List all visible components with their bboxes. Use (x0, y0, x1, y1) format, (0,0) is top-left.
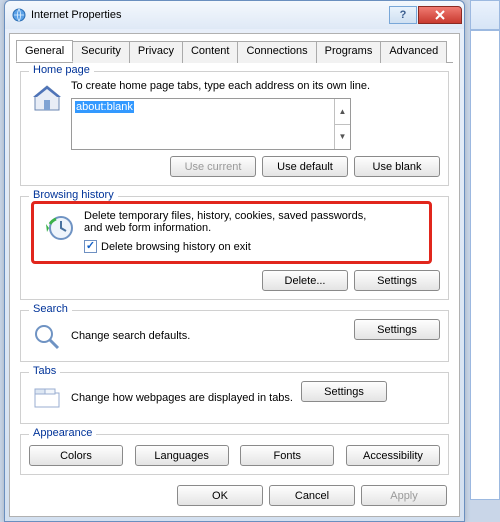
tab-connections[interactable]: Connections (237, 41, 316, 63)
colors-button[interactable]: Colors (29, 445, 123, 466)
window-title: Internet Properties (31, 9, 388, 21)
home-page-group: Home page To create home page tabs, type… (20, 71, 449, 186)
tab-programs[interactable]: Programs (316, 41, 382, 63)
browsing-history-group: Browsing history Delete temporary files,… (20, 196, 449, 300)
tabs-desc: Change how webpages are displayed in tab… (71, 392, 301, 404)
help-button[interactable]: ? (389, 6, 417, 24)
home-icon (31, 82, 63, 114)
delete-on-exit-checkbox[interactable]: ✓ (84, 240, 97, 253)
use-current-button: Use current (170, 156, 256, 177)
scroll-up-icon[interactable]: ▲ (335, 99, 350, 125)
appearance-group: Appearance Colors Languages Fonts Access… (20, 434, 449, 475)
dialog-window: Internet Properties ? General Security P… (4, 0, 465, 522)
delete-button[interactable]: Delete... (262, 270, 348, 291)
search-icon (31, 321, 63, 353)
home-page-value: about:blank (75, 101, 134, 113)
home-page-input[interactable]: about:blank (72, 99, 334, 149)
accessibility-button[interactable]: Accessibility (346, 445, 440, 466)
annotation-highlight: Delete temporary files, history, cookies… (31, 201, 432, 264)
search-desc: Change search defaults. (71, 330, 354, 342)
cancel-button[interactable]: Cancel (269, 485, 355, 506)
fonts-button[interactable]: Fonts (240, 445, 334, 466)
ok-button[interactable]: OK (177, 485, 263, 506)
tab-security[interactable]: Security (72, 41, 130, 63)
background-window-header (470, 0, 500, 30)
tab-privacy[interactable]: Privacy (129, 41, 183, 63)
tab-content[interactable]: Content (182, 41, 239, 63)
tabs-group: Tabs Change how webpages are displayed i… (20, 372, 449, 424)
background-window-panel (470, 30, 500, 500)
search-group: Search Change search defaults. Settings (20, 310, 449, 362)
history-settings-button[interactable]: Settings (354, 270, 440, 291)
textbox-scroll: ▲ ▼ (334, 99, 350, 149)
titlebar[interactable]: Internet Properties ? (5, 1, 464, 29)
search-title: Search (29, 303, 72, 315)
browsing-history-title: Browsing history (29, 189, 118, 201)
delete-on-exit-label: Delete browsing history on exit (101, 241, 251, 253)
home-page-title: Home page (29, 64, 94, 76)
tab-general[interactable]: General (16, 40, 73, 62)
tab-strip: General Security Privacy Content Connect… (16, 40, 453, 63)
history-icon (44, 212, 76, 244)
dialog-button-row: OK Cancel Apply (16, 485, 447, 506)
use-default-button[interactable]: Use default (262, 156, 348, 177)
tabs-icon (31, 383, 63, 415)
browsing-history-desc: Delete temporary files, history, cookies… (84, 210, 384, 234)
apply-button: Apply (361, 485, 447, 506)
tabs-settings-button[interactable]: Settings (301, 381, 387, 402)
home-page-hint: To create home page tabs, type each addr… (71, 80, 440, 92)
close-button[interactable] (418, 6, 462, 24)
tab-advanced[interactable]: Advanced (380, 41, 447, 63)
internet-options-icon (11, 7, 27, 23)
scroll-down-icon[interactable]: ▼ (335, 125, 350, 150)
search-settings-button[interactable]: Settings (354, 319, 440, 340)
client-area: General Security Privacy Content Connect… (9, 33, 460, 517)
languages-button[interactable]: Languages (135, 445, 229, 466)
home-page-textbox-wrap: about:blank ▲ ▼ (71, 98, 351, 150)
use-blank-button[interactable]: Use blank (354, 156, 440, 177)
window-buttons: ? (388, 6, 462, 24)
tabs-title: Tabs (29, 365, 60, 377)
appearance-title: Appearance (29, 427, 96, 439)
